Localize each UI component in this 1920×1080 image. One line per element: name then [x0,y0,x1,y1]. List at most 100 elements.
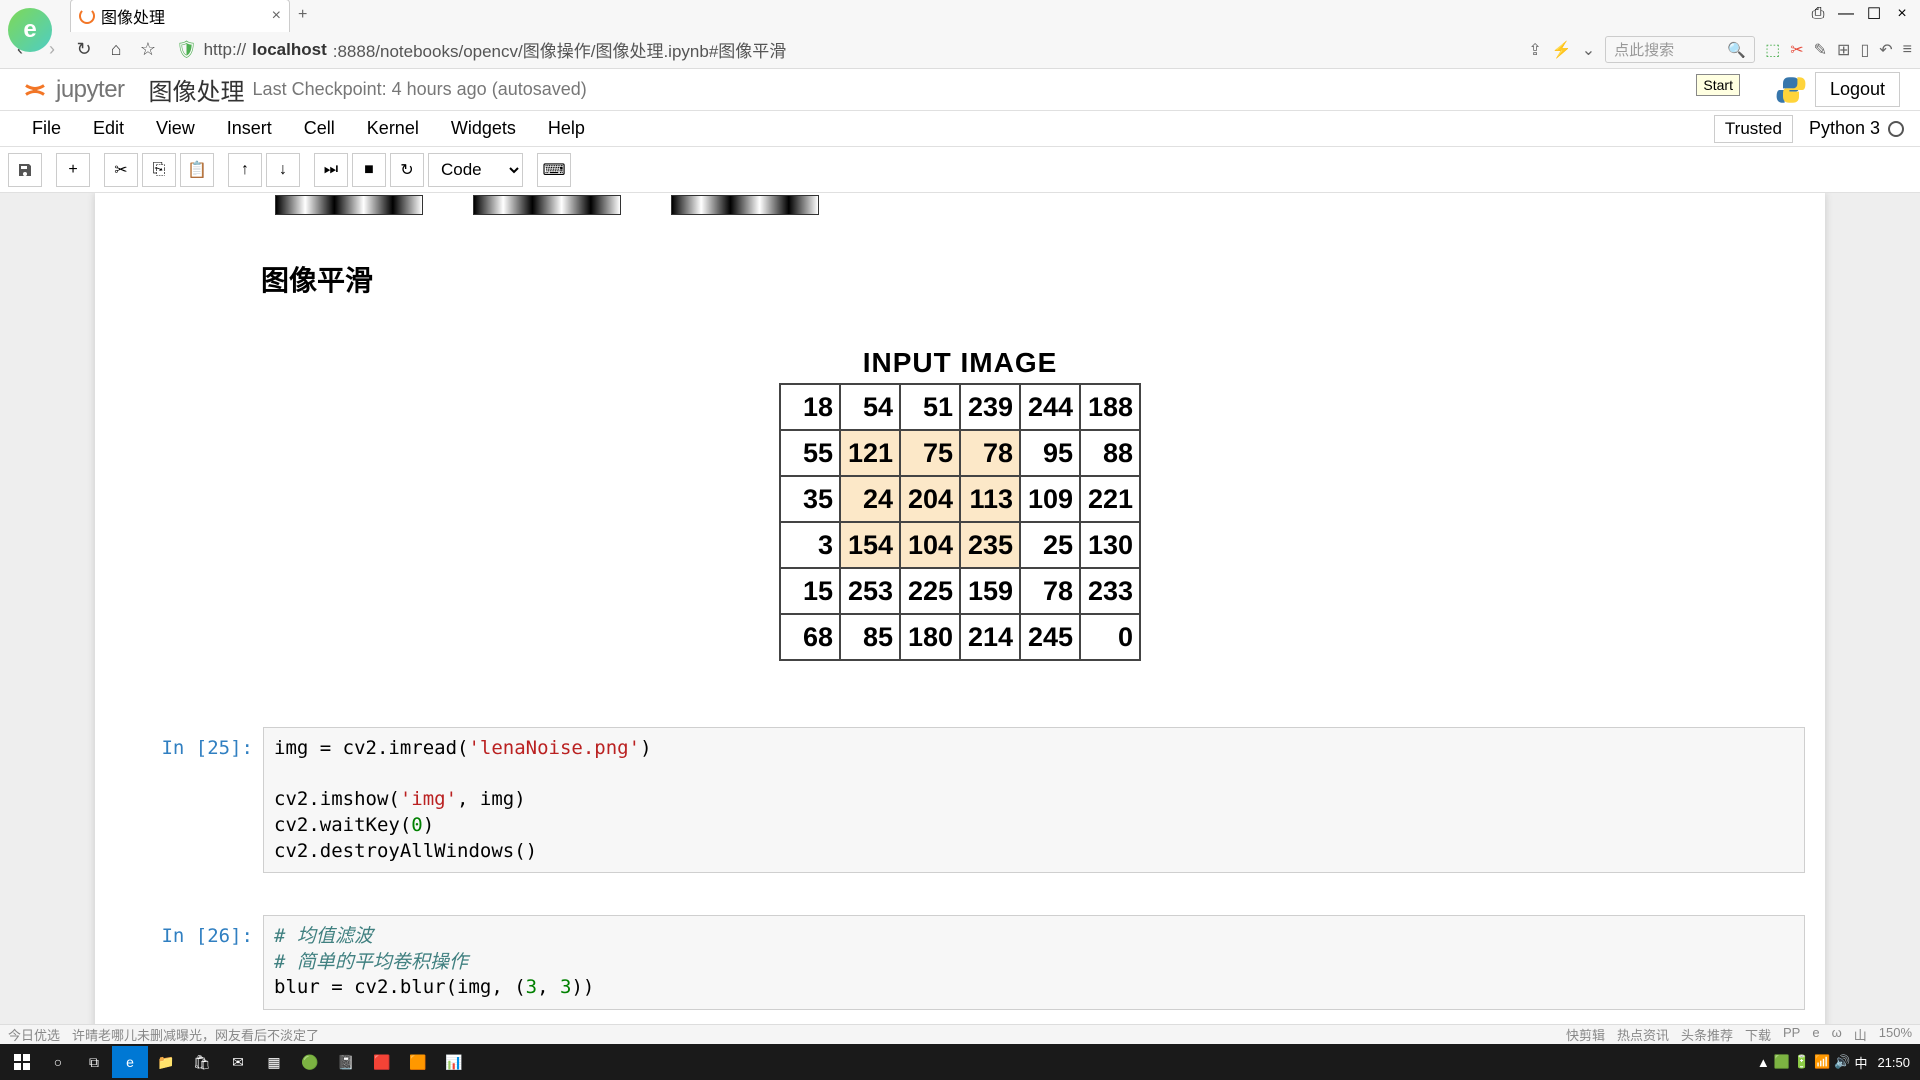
menu-icon[interactable]: ≡ [1903,41,1912,59]
status-item[interactable]: 下载 [1745,1025,1771,1044]
menu-edit[interactable]: Edit [77,118,140,139]
apps-icon[interactable]: ⊞ [1837,40,1850,60]
chevron-down-icon[interactable]: ⌄ [1582,40,1595,60]
share-icon[interactable]: ⇪ [1528,40,1541,60]
browser-tab[interactable]: 图像处理 × [70,0,290,32]
maximize-icon[interactable]: ☐ [1864,4,1884,24]
new-tab-button[interactable]: + [290,2,315,28]
save-button[interactable] [8,153,42,187]
status-left-1[interactable]: 今日优选 [8,1025,60,1044]
menu-kernel[interactable]: Kernel [351,118,435,139]
window-close-icon[interactable]: × [1892,4,1912,24]
command-palette-button[interactable]: ⌨ [537,153,571,187]
status-item[interactable]: PP [1783,1025,1800,1044]
tab-close-icon[interactable]: × [272,7,281,25]
mail-icon[interactable]: ✉ [220,1046,256,1078]
matrix-cell: 121 [840,430,900,476]
move-up-button[interactable]: ↑ [228,153,262,187]
mobile-icon[interactable]: ▯ [1860,40,1869,60]
logout-button[interactable]: Logout [1815,72,1900,107]
point-icon[interactable]: ✎ [1814,40,1827,60]
menu-file[interactable]: File [16,118,77,139]
matrix-cell: 68 [780,614,840,660]
markdown-heading[interactable]: 图像平滑 [95,215,1825,307]
app-icon[interactable]: ▦ [256,1046,292,1078]
jupyter-logo-icon [20,75,50,105]
code-cell[interactable]: In [25]:img = cv2.imread('lenaNoise.png'… [95,721,1825,879]
code-input[interactable]: # 均值滤波 # 简单的平均卷积操作 blur = cv2.blur(img, … [263,915,1805,1010]
tray-ime[interactable]: 中 [1854,1053,1867,1072]
explorer-icon[interactable]: 📁 [148,1046,184,1078]
taskbar-clock[interactable]: 21:50 [1871,1055,1916,1070]
reload-button[interactable]: ↻ [72,38,96,62]
shelf-icon[interactable]: ⎙ [1808,4,1828,24]
paste-button[interactable]: 📋 [180,153,214,187]
stop-button[interactable]: ■ [352,153,386,187]
minimize-icon[interactable]: — [1836,4,1856,24]
tray-icon[interactable]: 🔊 [1834,1054,1850,1070]
menu-widgets[interactable]: Widgets [435,118,532,139]
tray-icon[interactable]: ▲ [1757,1055,1770,1070]
status-item[interactable]: 快剪辑 [1566,1025,1605,1044]
app-icon-6[interactable]: 📊 [436,1046,472,1078]
app-icon-3[interactable]: 📓 [328,1046,364,1078]
flash-icon[interactable]: ⚡ [1552,40,1572,60]
status-item[interactable]: e [1812,1025,1819,1044]
shield-icon: 🛡 [176,40,198,60]
menu-insert[interactable]: Insert [211,118,288,139]
status-item[interactable]: 头条推荐 [1681,1025,1733,1044]
app-icon-4[interactable]: 🟥 [364,1046,400,1078]
tray-icon[interactable]: 🟩 [1774,1054,1790,1070]
run-button[interactable]: ⏭ [314,153,348,187]
browser-status-bar: 今日优选 许晴老哪儿未删减曝光，网友看后不淡定了 快剪辑热点资讯头条推荐下载 PP… [0,1024,1920,1044]
menu-view[interactable]: View [140,118,211,139]
undo-icon[interactable]: ↶ [1879,40,1892,60]
cortana-icon[interactable]: ○ [40,1046,76,1078]
tray-icon[interactable]: 🔋 [1794,1054,1810,1070]
status-left-2[interactable]: 许晴老哪儿未删减曝光，网友看后不淡定了 [72,1025,319,1044]
status-item[interactable]: 热点资讯 [1617,1025,1669,1044]
store-icon[interactable]: 🛍 [184,1046,220,1078]
start-button[interactable] [4,1046,40,1078]
matrix-cell: 95 [1020,430,1080,476]
status-item[interactable]: ω [1832,1025,1842,1044]
copy-button[interactable]: ⎘ [142,153,176,187]
status-item[interactable]: 山 [1854,1025,1867,1044]
forward-button[interactable]: › [40,38,64,62]
url-prefix: http:// [204,40,247,60]
code-input[interactable]: img = cv2.imread('lenaNoise.png') cv2.im… [263,727,1805,873]
app-icon-2[interactable]: 🟢 [292,1046,328,1078]
matrix-cell: 18 [780,384,840,430]
matrix-cell: 75 [900,430,960,476]
notebook-name[interactable]: 图像处理 [149,72,245,107]
taskview-icon[interactable]: ⧉ [76,1046,112,1078]
translate-icon[interactable]: ⬚ [1765,40,1780,60]
matrix-cell: 24 [840,476,900,522]
favorite-button[interactable]: ☆ [136,38,160,62]
code-cell[interactable]: In [26]:# 均值滤波 # 简单的平均卷积操作 blur = cv2.bl… [95,909,1825,1016]
matrix-cell: 54 [840,384,900,430]
search-input[interactable]: 点此搜索 🔍 [1605,36,1755,63]
trusted-badge[interactable]: Trusted [1714,115,1793,143]
celltype-select[interactable]: Code [428,153,523,187]
restart-button[interactable]: ↻ [390,153,424,187]
kernel-name[interactable]: Python 3 [1809,118,1880,139]
menu-cell[interactable]: Cell [288,118,351,139]
edge-icon[interactable]: e [112,1046,148,1078]
matrix-cell: 104 [900,522,960,568]
move-down-button[interactable]: ↓ [266,153,300,187]
home-button[interactable]: ⌂ [104,38,128,62]
matrix-cell: 88 [1080,430,1140,476]
jupyter-favicon-icon [79,8,95,24]
cut-button[interactable]: ✂ [104,153,138,187]
app-icon-5[interactable]: 🟧 [400,1046,436,1078]
add-cell-button[interactable]: + [56,153,90,187]
address-bar[interactable]: 🛡 http://localhost:8888/notebooks/opencv… [168,37,1520,62]
tray-icon[interactable]: 📶 [1814,1054,1830,1070]
matrix-cell: 235 [960,522,1020,568]
status-item[interactable]: 150% [1879,1025,1912,1044]
matrix-cell: 3 [780,522,840,568]
scissors-icon[interactable]: ✂ [1790,40,1803,60]
jupyter-logo[interactable]: jupyter [20,75,125,105]
menu-help[interactable]: Help [532,118,601,139]
